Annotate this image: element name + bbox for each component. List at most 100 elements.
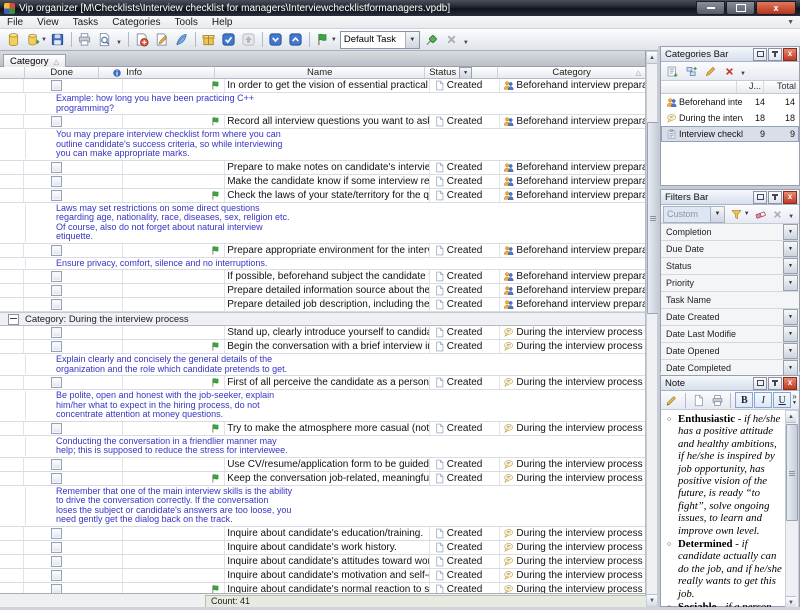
task-type-combobox[interactable]: Default Task▼ — [340, 31, 420, 49]
done-checkbox[interactable] — [51, 423, 62, 434]
note-row[interactable]: Conducting the conversation in a friendl… — [0, 436, 645, 458]
task-row[interactable]: Use CV/resume/application form to be gui… — [0, 458, 645, 472]
filter-dropdown-icon[interactable]: ▼ — [783, 258, 798, 274]
menu-file[interactable]: File — [0, 17, 30, 28]
close-button[interactable]: x — [756, 1, 796, 15]
restore-panel-icon[interactable] — [753, 48, 767, 61]
done-checkbox[interactable] — [51, 528, 62, 539]
bold-button[interactable]: B — [735, 392, 753, 408]
category-list-item[interactable]: Interview checklist exam99 — [661, 126, 799, 142]
italic-button[interactable]: I — [754, 392, 772, 408]
done-checkbox[interactable] — [51, 80, 62, 91]
flag-task-button[interactable] — [313, 30, 333, 49]
dropdown-icon[interactable]: ▼ — [744, 211, 750, 217]
note-row[interactable]: Laws may set restrictions on some direct… — [0, 203, 645, 244]
delete-category-button[interactable] — [720, 63, 738, 79]
toolbar-overflow-icon[interactable]: ▼ — [739, 65, 749, 77]
done-checkbox[interactable] — [51, 271, 62, 282]
new-database-button[interactable] — [3, 30, 23, 49]
column-header-done[interactable]: Done — [25, 67, 99, 78]
task-row[interactable]: Record all interview questions you want … — [0, 115, 645, 129]
group-row[interactable]: Category: During the interview process — [0, 312, 645, 326]
done-checkbox[interactable] — [51, 285, 62, 296]
task-row[interactable]: In order to get the vision of essential … — [0, 79, 645, 93]
filter-dropdown-icon[interactable]: ▼ — [783, 241, 798, 257]
restore-panel-icon[interactable] — [753, 191, 767, 204]
done-checkbox[interactable] — [51, 341, 62, 352]
menu-view[interactable]: View — [30, 17, 66, 28]
move-task-down-button[interactable] — [266, 30, 286, 49]
task-row[interactable]: Inquire about candidate's work history.C… — [0, 541, 645, 555]
apply-filter-button[interactable] — [728, 206, 745, 222]
status-filter-icon[interactable]: ▼ — [459, 67, 472, 78]
done-checkbox[interactable] — [51, 176, 62, 187]
filter-dropdown-icon[interactable]: ▼ — [783, 343, 798, 359]
toolbar-overflow-icon[interactable]: ▼ — [462, 34, 472, 46]
task-row[interactable]: Keep the conversation job-related, meani… — [0, 472, 645, 486]
delete-task-button[interactable] — [442, 30, 462, 49]
maximize-button[interactable] — [726, 1, 755, 15]
task-row[interactable]: First of all perceive the candidate as a… — [0, 376, 645, 390]
move-task-up-button[interactable] — [286, 30, 306, 49]
task-notes-button[interactable] — [172, 30, 192, 49]
pin-panel-icon[interactable] — [768, 48, 782, 61]
main-vertical-scrollbar[interactable]: ▲ ▼ — [646, 51, 658, 607]
combo-dropdown-icon[interactable]: ▼ — [710, 207, 724, 222]
toolbar-overflow-icon[interactable]: ▼ — [115, 34, 125, 46]
note-row[interactable]: Example: how long you have been practici… — [0, 93, 645, 115]
category-list-item[interactable]: During the interview pro1818 — [661, 110, 799, 126]
note-row[interactable]: Remember that one of the main interview … — [0, 486, 645, 527]
save-database-button[interactable] — [48, 30, 68, 49]
note-toolbar-overflow-icon[interactable]: »▼ — [792, 394, 797, 406]
filter-dropdown-icon[interactable]: ▼ — [783, 309, 798, 325]
done-checkbox[interactable] — [51, 570, 62, 581]
new-subcategory-button[interactable] — [682, 63, 700, 79]
pin-panel-icon[interactable] — [768, 191, 782, 204]
assign-task-button[interactable] — [422, 30, 442, 49]
done-checkbox[interactable] — [51, 377, 62, 388]
note-scrollbar[interactable]: ▲ ▼ — [785, 410, 799, 607]
toolbar-overflow-icon[interactable]: ▼ — [787, 208, 797, 220]
task-row[interactable]: Begin the conversation with a brief inte… — [0, 340, 645, 354]
done-checkbox[interactable] — [51, 473, 62, 484]
uncomplete-task-button[interactable] — [239, 30, 259, 49]
scroll-up-icon[interactable]: ▲ — [786, 411, 796, 423]
task-row[interactable]: Make the candidate know if some intervie… — [0, 175, 645, 189]
done-checkbox[interactable] — [51, 190, 62, 201]
done-checkbox[interactable] — [51, 245, 62, 256]
dropdown-icon[interactable]: ▼ — [41, 37, 47, 43]
group-by-category-tab[interactable]: Category △ — [3, 54, 66, 68]
close-panel-icon[interactable]: x — [783, 191, 797, 204]
menu-overflow-icon[interactable]: ▼ — [787, 19, 794, 26]
scroll-thumb[interactable] — [786, 424, 798, 521]
task-row[interactable]: Prepare detailed information source abou… — [0, 284, 645, 298]
note-row[interactable]: Be polite, open and honest with the job-… — [0, 390, 645, 422]
print-button[interactable] — [75, 30, 95, 49]
menu-help[interactable]: Help — [205, 17, 240, 28]
column-header-category[interactable]: Category△ — [498, 67, 645, 78]
task-row[interactable]: Check the laws of your state/territory f… — [0, 189, 645, 203]
note-row[interactable]: You may prepare interview checklist form… — [0, 129, 645, 161]
menu-tasks[interactable]: Tasks — [66, 17, 106, 28]
close-panel-icon[interactable]: x — [783, 377, 797, 390]
open-database-button[interactable] — [23, 30, 43, 49]
task-row[interactable]: Inquire about candidate's normal reactio… — [0, 583, 645, 594]
task-row[interactable]: Prepare appropriate environment for the … — [0, 244, 645, 258]
done-checkbox[interactable] — [51, 162, 62, 173]
filter-dropdown-icon[interactable]: ▼ — [783, 224, 798, 240]
edit-note-button[interactable] — [663, 392, 681, 408]
dropdown-icon[interactable]: ▼ — [331, 37, 337, 43]
print-preview-button[interactable] — [95, 30, 115, 49]
print-note-button[interactable] — [709, 392, 727, 408]
minimize-button[interactable] — [696, 1, 725, 15]
close-panel-icon[interactable]: x — [783, 48, 797, 61]
category-list-item[interactable]: Beforehand interview pr1414 — [661, 94, 799, 110]
done-checkbox[interactable] — [51, 116, 62, 127]
note-row[interactable]: Ensure privacy, comfort, silence and no … — [0, 258, 645, 271]
send-task-button[interactable] — [199, 30, 219, 49]
menu-categories[interactable]: Categories — [105, 17, 167, 28]
categories-col-total[interactable]: Total — [764, 81, 799, 93]
filter-dropdown-icon[interactable]: ▼ — [783, 275, 798, 291]
clear-filter-button[interactable] — [752, 206, 769, 222]
task-row[interactable]: Inquire about candidate's education/trai… — [0, 527, 645, 541]
